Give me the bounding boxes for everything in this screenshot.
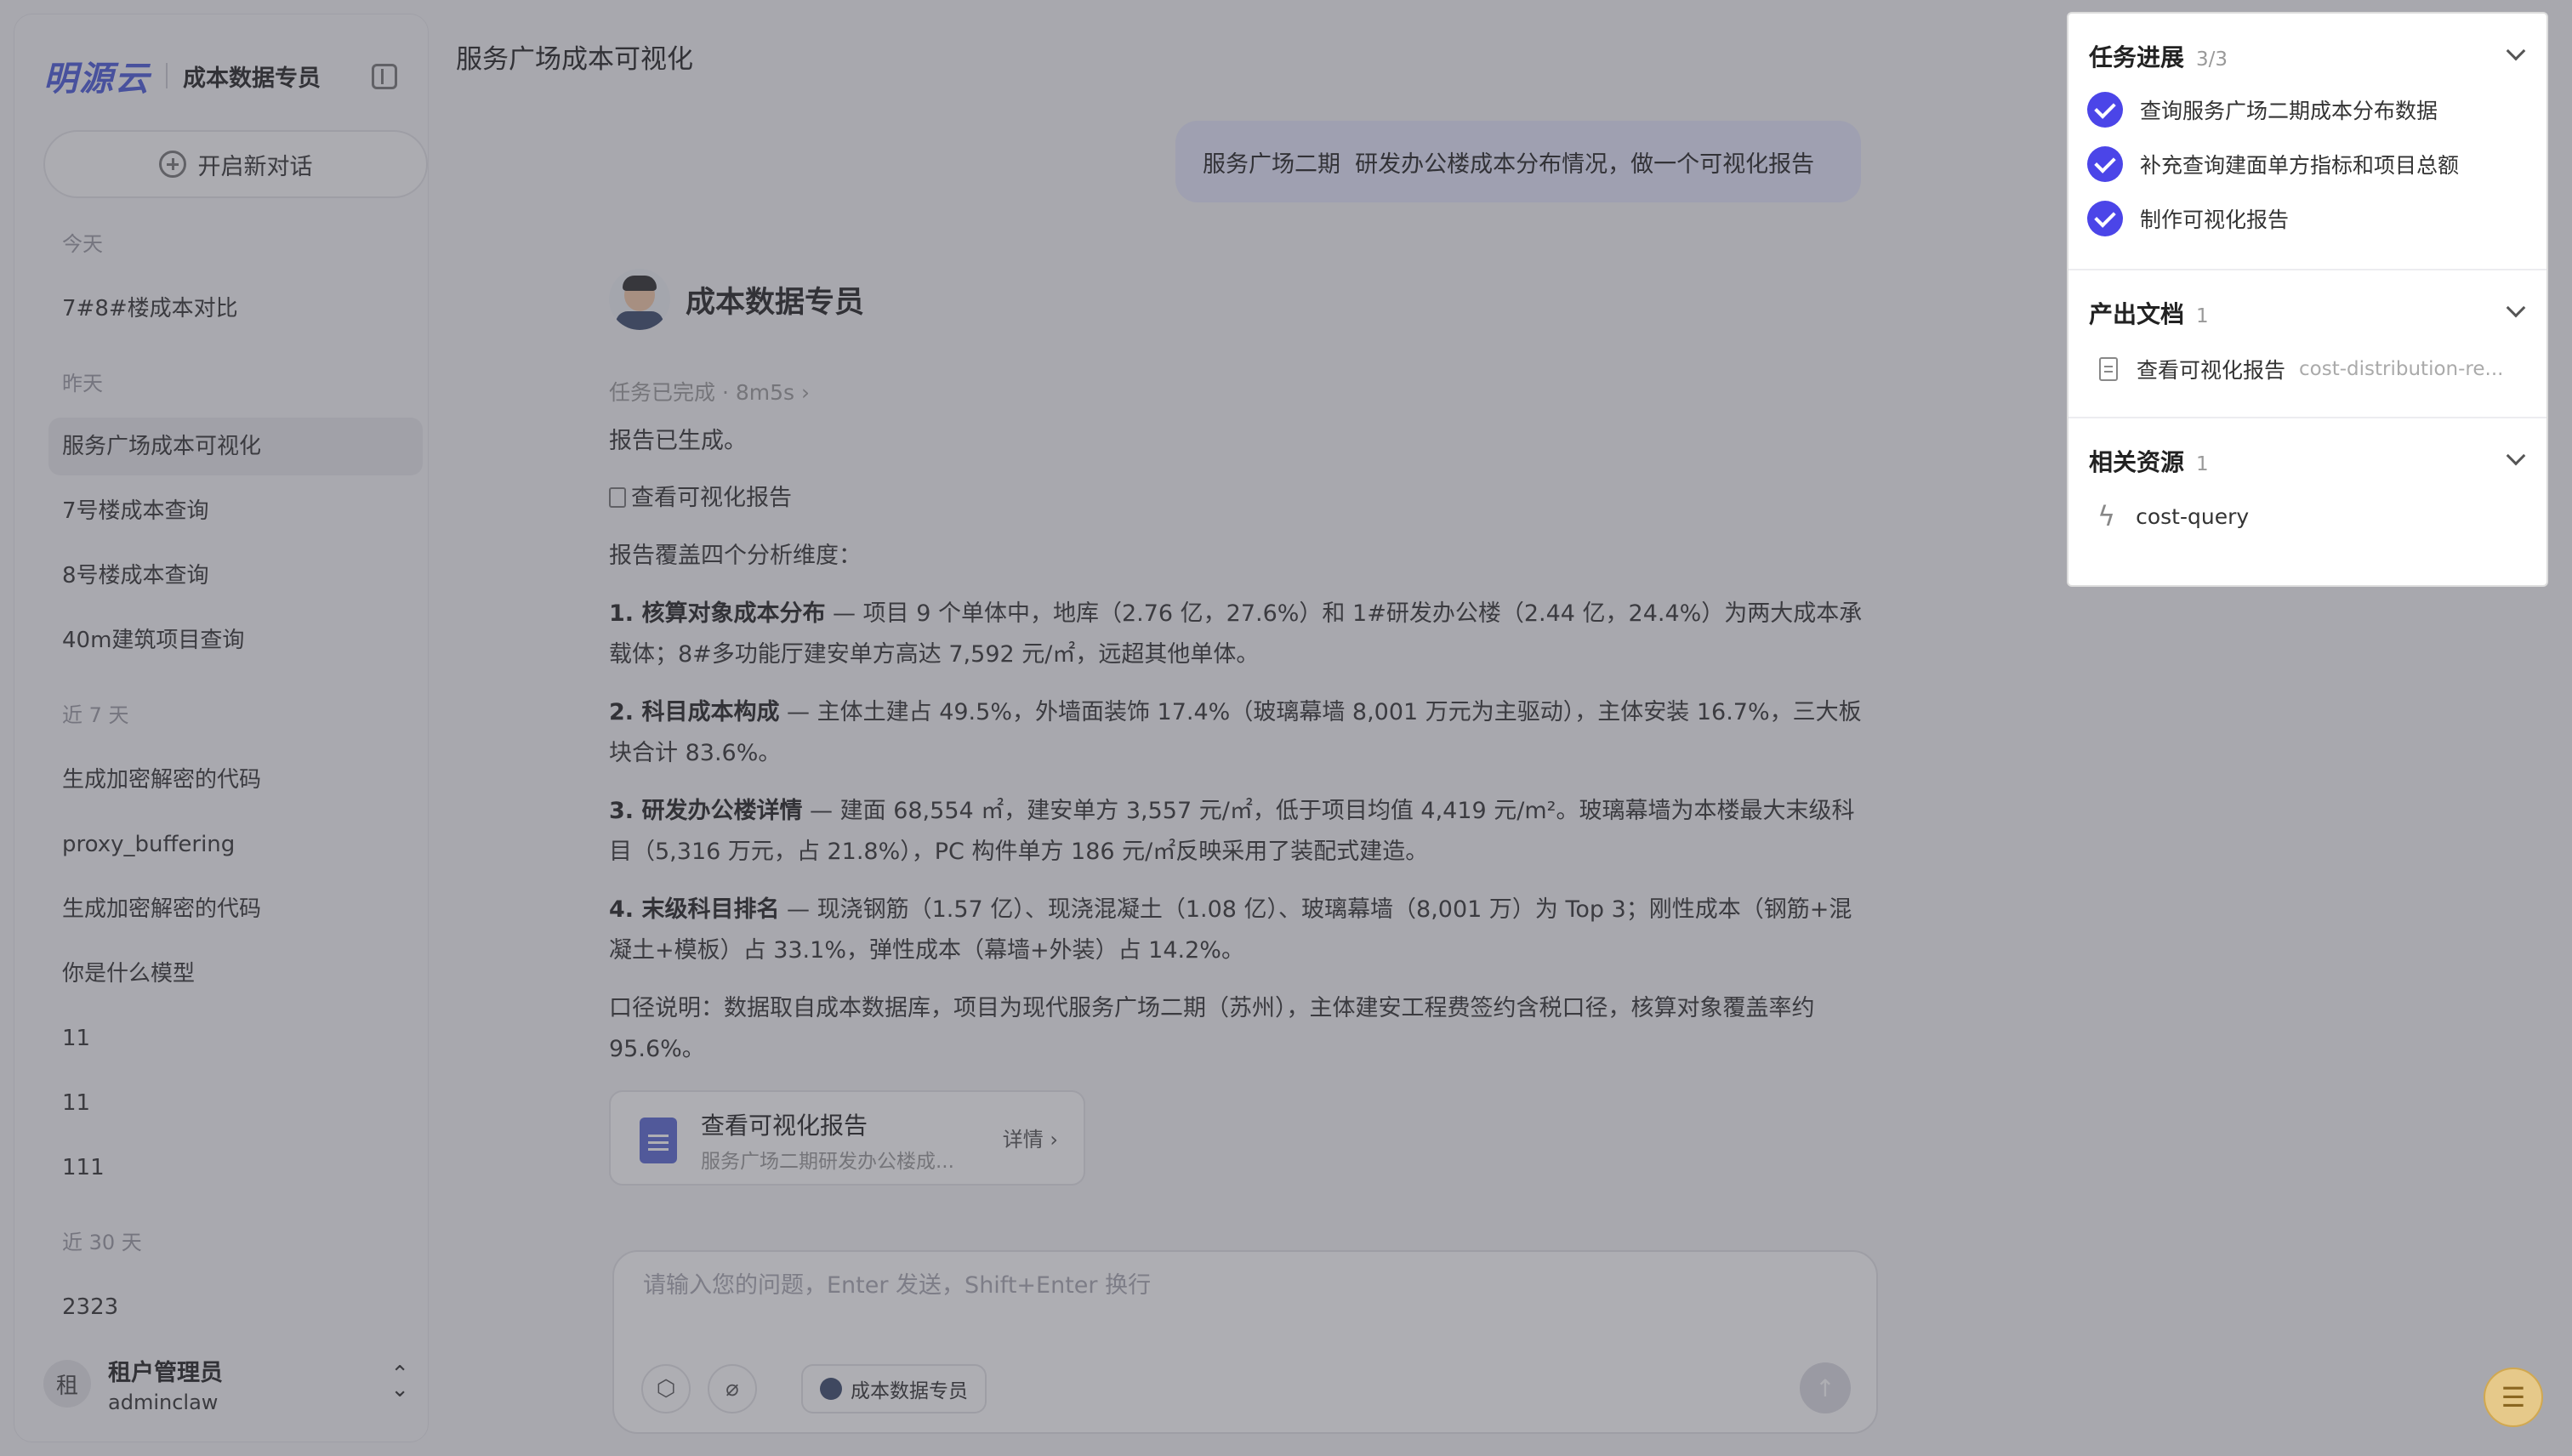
progress-count: 3/3 [2196, 48, 2228, 71]
outputs-title[interactable]: 产出文档 1 [2089, 296, 2209, 330]
check-circle-icon [2087, 201, 2123, 236]
task-label: 补充查询建面单方指标和项目总额 [2140, 153, 2460, 178]
output-file-name: 查看可视化报告 [2137, 358, 2286, 383]
task-item: 补充查询建面单方指标和项目总额 [2087, 146, 2459, 182]
check-circle-icon [2087, 146, 2123, 182]
progress-section: 任务进展 3/3 查询服务广场二期成本分布数据 补充查询建面单方指标和项目总额 制… [2068, 14, 2546, 270]
app-root: 明源云 成本数据专员 开启新对话 今天 7#8#楼成本对比 昨天 服务广场成本可… [0, 0, 2572, 1456]
check-circle-icon [2087, 92, 2123, 128]
outputs-section: 产出文档 1 查看可视化报告 cost-distribution-re... [2068, 270, 2546, 418]
file-icon [2099, 357, 2118, 381]
task-label: 制作可视化报告 [2140, 208, 2290, 232]
output-file-item[interactable]: 查看可视化报告 cost-distribution-re... [2099, 354, 2512, 384]
section-title-text: 产出文档 [2089, 300, 2185, 328]
task-item: 查询服务广场二期成本分布数据 [2087, 92, 2438, 128]
assistant-float-icon[interactable]: ☰ [2484, 1368, 2543, 1427]
resource-item[interactable]: ϟ cost-query [2097, 500, 2249, 532]
chevron-down-icon[interactable] [2506, 298, 2526, 318]
resources-title[interactable]: 相关资源 1 [2089, 444, 2209, 478]
outputs-count: 1 [2196, 305, 2209, 327]
task-item: 制作可视化报告 [2087, 201, 2289, 236]
task-label: 查询服务广场二期成本分布数据 [2140, 99, 2438, 123]
resources-count: 1 [2196, 453, 2209, 475]
task-panel: 任务进展 3/3 查询服务广场二期成本分布数据 补充查询建面单方指标和项目总额 制… [2067, 12, 2548, 587]
section-title-text: 相关资源 [2089, 448, 2185, 476]
progress-title[interactable]: 任务进展 3/3 [2089, 39, 2228, 73]
bolt-icon: ϟ [2097, 500, 2116, 532]
section-title-text: 任务进展 [2089, 43, 2185, 71]
chevron-down-icon[interactable] [2506, 41, 2526, 61]
resources-section: 相关资源 1 ϟ cost-query [2068, 418, 2546, 587]
output-file-path: cost-distribution-re... [2299, 358, 2504, 380]
chevron-down-icon[interactable] [2506, 446, 2526, 466]
resource-name: cost-query [2136, 503, 2250, 529]
